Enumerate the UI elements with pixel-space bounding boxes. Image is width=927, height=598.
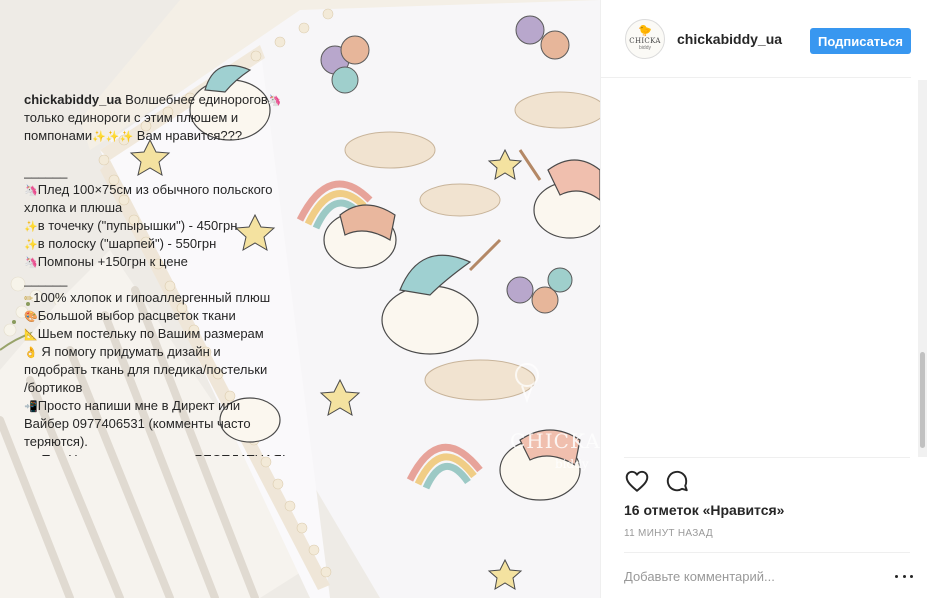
caption-line-text: Помпоны +150грн к цене (37, 254, 188, 269)
caption-line: хлопка и плюша (24, 199, 304, 217)
caption-line-text: хлопка и плюша (24, 200, 123, 215)
caption-emoji-icon: 📲 (24, 401, 38, 413)
heart-icon[interactable] (624, 468, 650, 494)
post-actions (624, 468, 704, 494)
caption-line: /бортиков (24, 379, 304, 397)
caption-line: Вайбер 0977406531 (комменты часто (24, 415, 304, 433)
caption-line: ✨в точечку ("пупырышки") - 450грн (24, 217, 304, 235)
post-caption: chickabiddy_ua Волшебнее единорогов🦄 тол… (24, 91, 304, 456)
caption-line-text: в полоску ("шарпей") - 550грн (37, 236, 217, 251)
caption-line-text: помпонами (24, 128, 93, 143)
avatar[interactable]: 🐤 CHICKA biddy (625, 18, 665, 59)
caption-first-line: chickabiddy_ua Волшебнее единорогов🦄 (24, 91, 304, 109)
caption-line: 🎨Большой выбор расцветок ткани (24, 307, 304, 325)
caption-line-text: только единороги с этим плюшем и (24, 110, 239, 125)
caption-line-text: ______ (24, 272, 68, 287)
caption-emoji-icon: 👌 (24, 347, 38, 359)
caption-line: помпонами✨✨✨ Вам нравится??? (24, 127, 304, 145)
caption-line-text: ______ (24, 164, 68, 179)
caption-line-tail: Вам нравится??? (133, 128, 243, 143)
caption-line-text: теряются). (24, 434, 88, 449)
username-link[interactable]: chickabiddy_ua (677, 31, 782, 47)
instagram-post: CHICKA biddy 🐤 CHICKA biddy chickabiddy_… (0, 0, 927, 598)
comment-icon[interactable] (664, 468, 690, 494)
avatar-brand: CHICKA (629, 37, 661, 45)
comment-divider (624, 552, 910, 553)
caption-line: ✏100% хлопок и гипоаллергенный плюш (24, 289, 304, 307)
caption-emoji-icon: 🎨 (24, 311, 38, 323)
caption-line: ______ (24, 163, 304, 181)
caption-line-text: подобрать ткань для пледика/постельки (24, 362, 268, 377)
watermark-subtext: biddy (555, 457, 589, 471)
caption-line-text: Я помогу придумать дизайн и (37, 344, 221, 359)
more-options-icon[interactable] (895, 568, 913, 584)
caption-scrollbar-thumb[interactable] (920, 352, 925, 448)
likes-count[interactable]: 16 отметок «Нравится» (624, 502, 784, 518)
caption-owner-link[interactable]: chickabiddy_ua (24, 92, 122, 107)
caption-line: 🦄Плед 100×75см из обычного польского (24, 181, 304, 199)
caption-line: подобрать ткань для пледика/постельки (24, 361, 304, 379)
caption-line: ✨в полоску ("шарпей") - 550грн (24, 235, 304, 253)
caption-emoji-icon: 🦄 (24, 257, 38, 269)
avatar-sub: biddy (639, 45, 651, 51)
caption-emoji-icon: 🦄 (24, 185, 38, 197)
caption-emoji-icon: 📐 (24, 329, 38, 341)
caption-line-text: Шьем постельку по Вашим размерам (37, 326, 264, 341)
caption-emoji-icon: ✨ (24, 239, 38, 251)
follow-button[interactable]: Подписаться (810, 28, 911, 54)
caption-emoji-icon: ✨ (24, 221, 38, 233)
caption-line-text: в точечку ("пупырышки") - 450грн (37, 218, 238, 233)
caption-line: 📲Просто напиши мне в Директ или (24, 397, 304, 415)
actions-divider (624, 457, 910, 458)
caption-line-text: 100% хлопок и гипоаллергенный плюш (33, 290, 271, 305)
caption-first-text: Волшебнее единорогов (125, 92, 268, 107)
caption-line-text: Большой выбор расцветок ткани (37, 308, 236, 323)
caption-line: ______ (24, 271, 304, 289)
caption-scrollbar[interactable] (918, 80, 927, 457)
caption-line-text: По г.Николаеву доставка БЕСПЛАТНАЯ! (38, 452, 285, 456)
caption-line: 🦄Помпоны +150грн к цене (24, 253, 304, 271)
caption-line: только единороги с этим плюшем и (24, 109, 304, 127)
caption-line: теряются). (24, 433, 304, 451)
caption-line-text: Вайбер 0977406531 (комменты часто (24, 416, 251, 431)
caption-line: 👌 Я помогу придумать дизайн и (24, 343, 304, 361)
caption-line: 📐Шьем постельку по Вашим размерам (24, 325, 304, 343)
post-time[interactable]: 11 МИНУТ НАЗАД (624, 528, 713, 539)
unicorn-emoji-icon: 🦄 (267, 95, 282, 107)
caption-emoji-icon: ✏ (24, 293, 34, 305)
caption-line-text: /бортиков (24, 380, 83, 395)
sparkles-emoji-icon: ✨✨✨ (92, 131, 134, 143)
caption-emoji-icon: 🚚 (24, 452, 38, 456)
caption-line-text: Плед 100×75см из обычного польского (37, 182, 273, 197)
comment-input[interactable] (624, 565, 884, 587)
caption-line-text: Просто напиши мне в Директ или (37, 398, 241, 413)
chick-icon: 🐤 (638, 25, 652, 37)
watermark-text: CHICKA (510, 429, 600, 453)
caption-line (24, 145, 304, 163)
caption-line: 🚚 По г.Николаеву доставка БЕСПЛАТНАЯ! (24, 451, 304, 456)
